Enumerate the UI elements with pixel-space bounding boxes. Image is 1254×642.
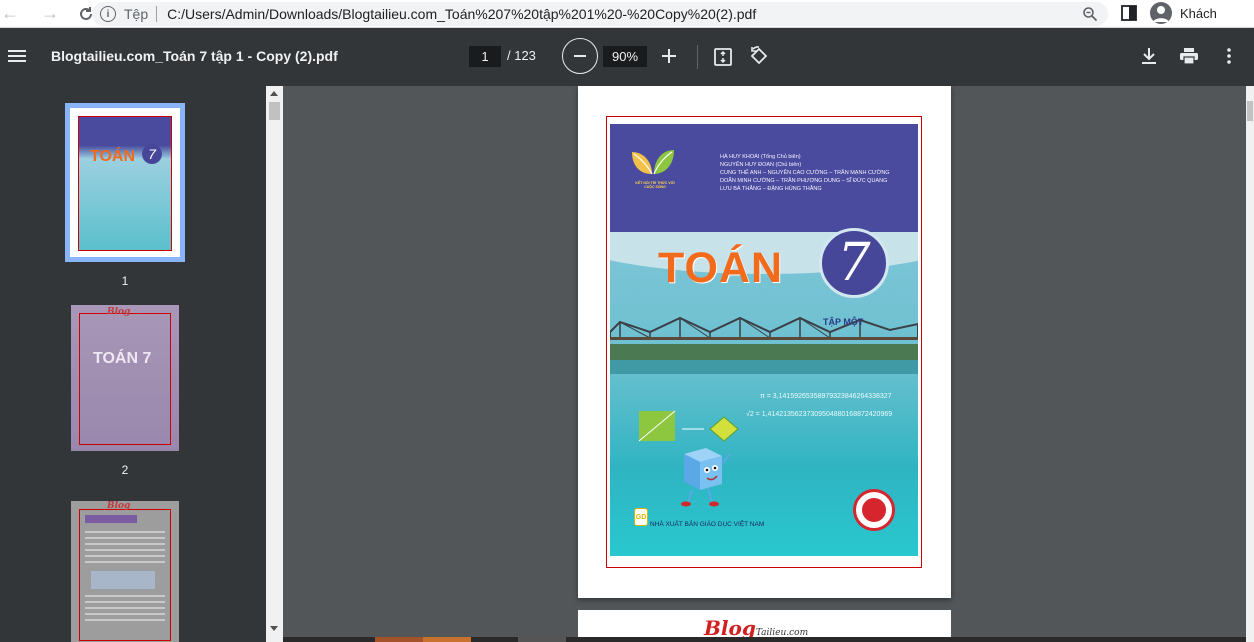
- viewer-scroll-thumb[interactable]: [1247, 101, 1253, 121]
- scroll-down-arrow-icon[interactable]: [270, 626, 278, 631]
- pdf-viewer[interactable]: KẾT NỐI TRI THỨC VỚI CUỘC SỐNG HÀ HUY KH…: [283, 86, 1246, 642]
- thumbnail-heading-bar: [85, 515, 137, 523]
- cover-authors: HÀ HUY KHOÁI (Tổng Chủ biên) NGUYỄN HUY …: [720, 153, 890, 193]
- security-label: Tệp: [124, 6, 149, 22]
- taskbar-strip: [283, 637, 1246, 642]
- sqrt2-digits: √2 = 1,41421356237309504880168872420969: [746, 411, 893, 418]
- profile-label: Khách: [1180, 5, 1217, 21]
- page-total: / 123: [507, 48, 536, 63]
- thumbnail-title: TOÁN 7: [93, 350, 152, 367]
- cover-subtitle: TẬP MỘT: [823, 317, 864, 327]
- thumbnail-page-1[interactable]: TOÁN 7: [65, 103, 185, 262]
- back-arrow-icon: ←: [1, 3, 19, 23]
- download-icon[interactable]: [1141, 47, 1157, 65]
- cover-publisher: NHÀ XUẤT BẢN GIÁO DỤC VIỆT NAM: [650, 521, 765, 528]
- side-panel-icon[interactable]: [1120, 4, 1138, 22]
- pdf-toolbar: Blogtailieu.com_Toán 7 tập 1 - Copy (2).…: [0, 28, 1254, 86]
- page-number-input[interactable]: 1: [469, 46, 501, 67]
- author-line: CUNG THẾ ANH – NGUYỄN CAO CƯỜNG – TRẦN M…: [720, 170, 890, 176]
- toolbar-divider: [697, 45, 698, 69]
- thumbnail-label: 1: [121, 274, 129, 288]
- avatar-icon: [1150, 2, 1172, 24]
- thumbnail-page-2[interactable]: Blog TOÁN 7: [71, 305, 179, 451]
- publisher-logo-text: KẾT NỐI TRI THỨC VỚI CUỘC SỐNG: [635, 181, 675, 189]
- document-title: Blogtailieu.com_Toán 7 tập 1 - Copy (2).…: [51, 48, 338, 64]
- thumbnail-item-3[interactable]: Blog: [65, 501, 185, 642]
- bridge-illustration: [610, 316, 918, 374]
- author-line: LƯU BÁ THẮNG – ĐẶNG HÙNG THẮNG: [720, 186, 822, 192]
- sidebar-scrollbar[interactable]: [266, 86, 283, 642]
- thumbnail-blog-mark: Blog: [107, 307, 131, 317]
- gd-logo: GD: [634, 508, 648, 526]
- stamp-inner: [862, 498, 886, 522]
- plus-icon[interactable]: [661, 48, 677, 64]
- cover-number-circle: 7: [819, 228, 889, 298]
- menu-icon[interactable]: [8, 47, 26, 67]
- omnibox-separator: [156, 6, 158, 22]
- thumbnail-text-lines: [85, 531, 165, 567]
- author-line: DOÃN MINH CƯỜNG – TRẦN PHƯƠNG DUNG – SĨ …: [720, 178, 888, 184]
- thumbnail-label: 2: [121, 463, 129, 477]
- thumbnail-item-1[interactable]: TOÁN 7 1: [65, 103, 185, 288]
- more-options-icon[interactable]: [1226, 47, 1232, 65]
- taskbar-item[interactable]: [375, 637, 423, 642]
- pdf-page-1: KẾT NỐI TRI THỨC VỚI CUỘC SỐNG HÀ HUY KH…: [578, 86, 951, 598]
- thumbnail-number: 7: [142, 144, 162, 164]
- zoom-out-button[interactable]: [562, 38, 598, 74]
- thumbnail-title: TOÁN: [90, 148, 136, 165]
- thumbnail-blog-mark: Blog: [107, 501, 131, 511]
- book-cover: KẾT NỐI TRI THỨC VỚI CUỘC SỐNG HÀ HUY KH…: [610, 124, 918, 556]
- url-text[interactable]: C:/Users/Admin/Downloads/Blogtailieu.com…: [167, 6, 756, 22]
- pi-digits: π = 3,14159265358979323846264338327: [760, 393, 892, 400]
- cube-mascot-illustration: [681, 448, 731, 507]
- thumbnail-frame: [79, 313, 171, 445]
- author-line: HÀ HUY KHOÁI (Tổng Chủ biên): [720, 154, 801, 160]
- profile-button[interactable]: Khách: [1146, 0, 1227, 26]
- thumbnail-frame: [78, 116, 172, 251]
- fit-to-page-icon[interactable]: [713, 47, 733, 67]
- zoom-lens-icon[interactable]: [1082, 6, 1098, 22]
- zoom-level-input[interactable]: 90%: [603, 46, 647, 67]
- scroll-up-arrow-icon[interactable]: [270, 91, 278, 96]
- minus-icon: [574, 55, 586, 57]
- thumbnail-figure: [91, 571, 155, 589]
- geometry-shape-illustration: [638, 410, 676, 442]
- info-icon[interactable]: i: [100, 6, 116, 22]
- sidebar-scroll-thumb[interactable]: [269, 102, 280, 120]
- print-icon[interactable]: [1180, 48, 1198, 64]
- forward-arrow-icon: →: [41, 3, 59, 23]
- rotate-icon[interactable]: [749, 46, 769, 66]
- omnibox[interactable]: i Tệp C:/Users/Admin/Downloads/Blogtaili…: [92, 2, 1108, 26]
- taskbar-item[interactable]: [423, 637, 471, 642]
- author-line: NGUYỄN HUY ĐOAN (Chủ biên): [720, 162, 802, 168]
- back-button[interactable]: ←: [0, 0, 20, 28]
- taskbar-item[interactable]: [518, 637, 566, 642]
- thumbnail-text-lines: [85, 595, 165, 625]
- publisher-leaf-logo: [632, 150, 674, 175]
- viewer-scrollbar[interactable]: [1246, 86, 1254, 642]
- thumbnail-item-2[interactable]: Blog TOÁN 7 2: [65, 305, 185, 477]
- browser-address-bar: ← → i Tệp C:/Users/Admin/Downloads/Blogt…: [0, 0, 1254, 28]
- quality-stamp: [853, 489, 895, 531]
- thumbnail-sidebar: TOÁN 7 1 Blog TOÁN 7 2 Blog: [0, 86, 266, 642]
- thumbnail-page-3[interactable]: Blog: [71, 501, 179, 642]
- forward-button[interactable]: →: [36, 0, 64, 28]
- diamond-shape-illustration: [682, 416, 739, 442]
- cover-title: TOÁN: [658, 244, 784, 292]
